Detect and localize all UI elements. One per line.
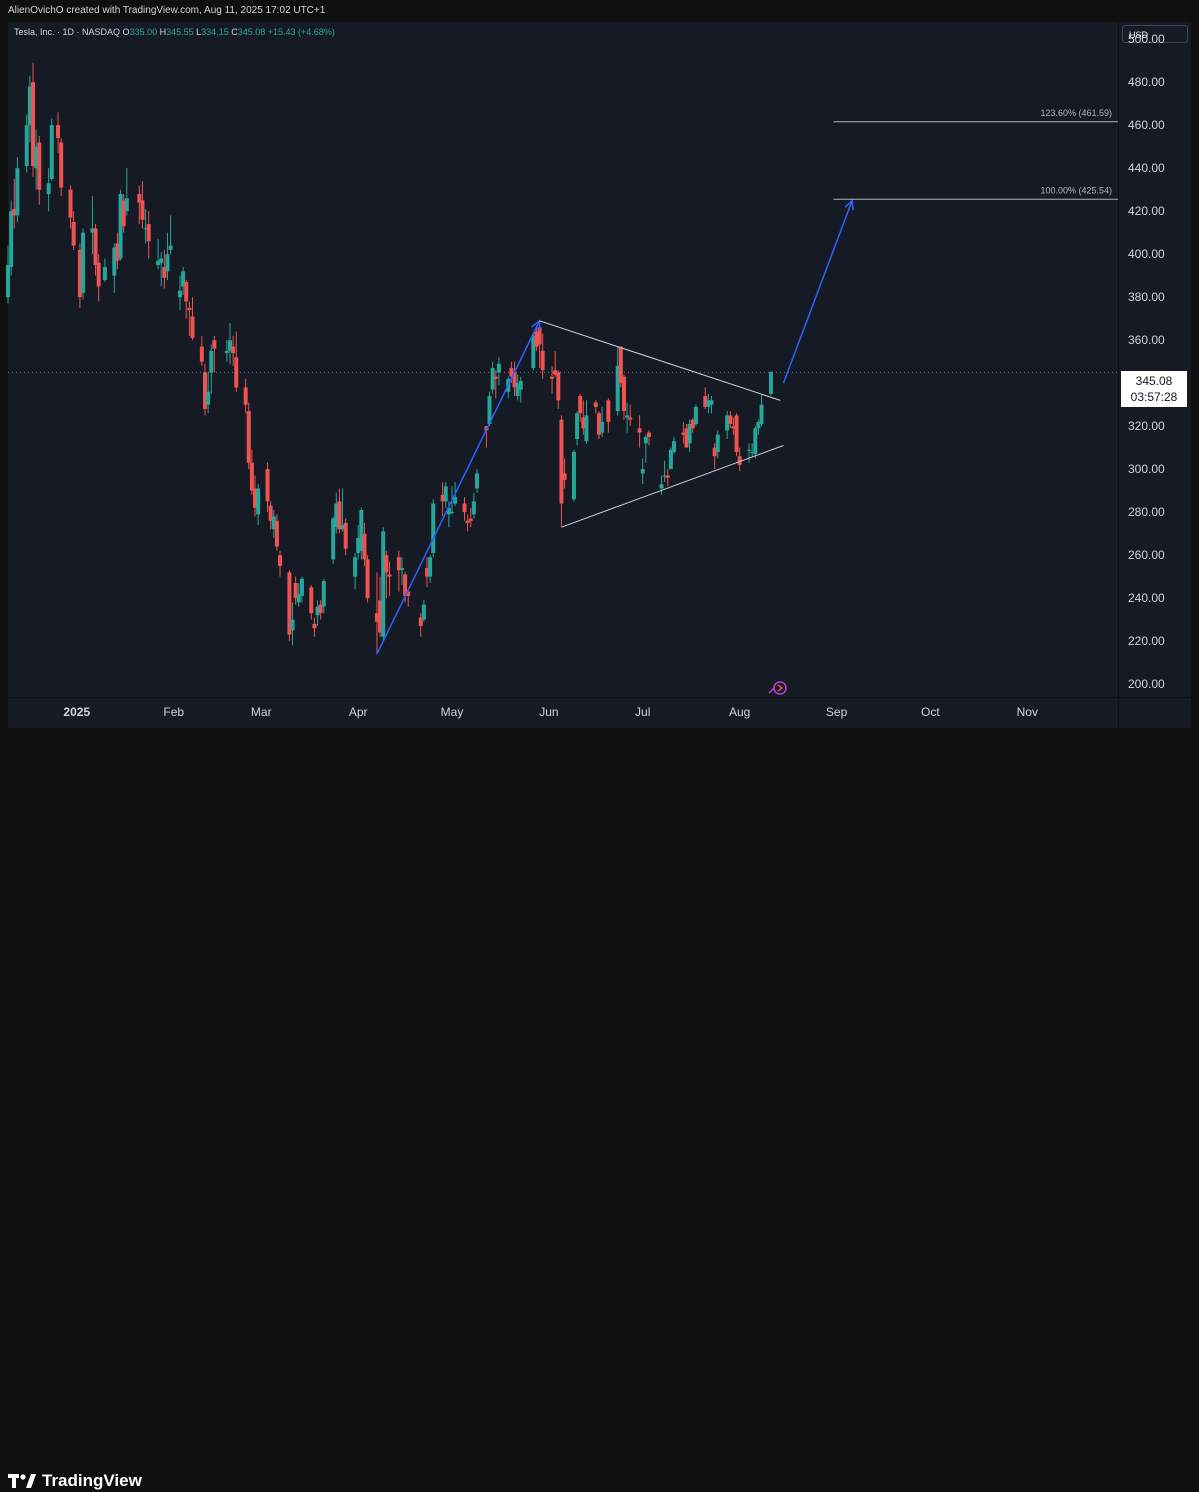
brand-name: TradingView xyxy=(42,1471,142,1490)
symbol-legend: Tesla, Inc. · 1D · NASDAQ O335.00 H345.5… xyxy=(14,27,335,37)
scale-corner xyxy=(1119,698,1191,728)
replay-icon[interactable] xyxy=(767,679,789,697)
high-value: 345.55 xyxy=(166,27,194,37)
countdown-timer: 03:57:28 xyxy=(1130,390,1178,404)
last-price-value: 345.08 xyxy=(1135,374,1173,388)
currency-selector[interactable]: USD xyxy=(1122,25,1188,43)
price-scale[interactable] xyxy=(1119,22,1191,697)
tradingview-logo-icon xyxy=(8,1474,36,1488)
low-value: 334.15 xyxy=(201,27,229,37)
last-price-label: 345.08 03:57:28 xyxy=(1121,371,1187,407)
symbol-title[interactable]: Tesla, Inc. · 1D · NASDAQ xyxy=(14,27,120,37)
attribution-text: AlienOvichO created with TradingView.com… xyxy=(8,5,326,16)
time-scale[interactable] xyxy=(8,698,1118,728)
footer-bar: TradingView xyxy=(0,730,1199,1490)
close-value: 345.08 xyxy=(237,27,266,37)
tradingview-brand[interactable]: TradingView xyxy=(8,1470,142,1492)
change-value: +15.43 (+4.68%) xyxy=(267,27,335,37)
attribution-bar: AlienOvichO created with TradingView.com… xyxy=(0,0,1199,22)
open-label: O xyxy=(122,27,130,37)
chart-pane[interactable] xyxy=(8,22,1118,697)
open-value: 335.00 xyxy=(129,27,158,37)
